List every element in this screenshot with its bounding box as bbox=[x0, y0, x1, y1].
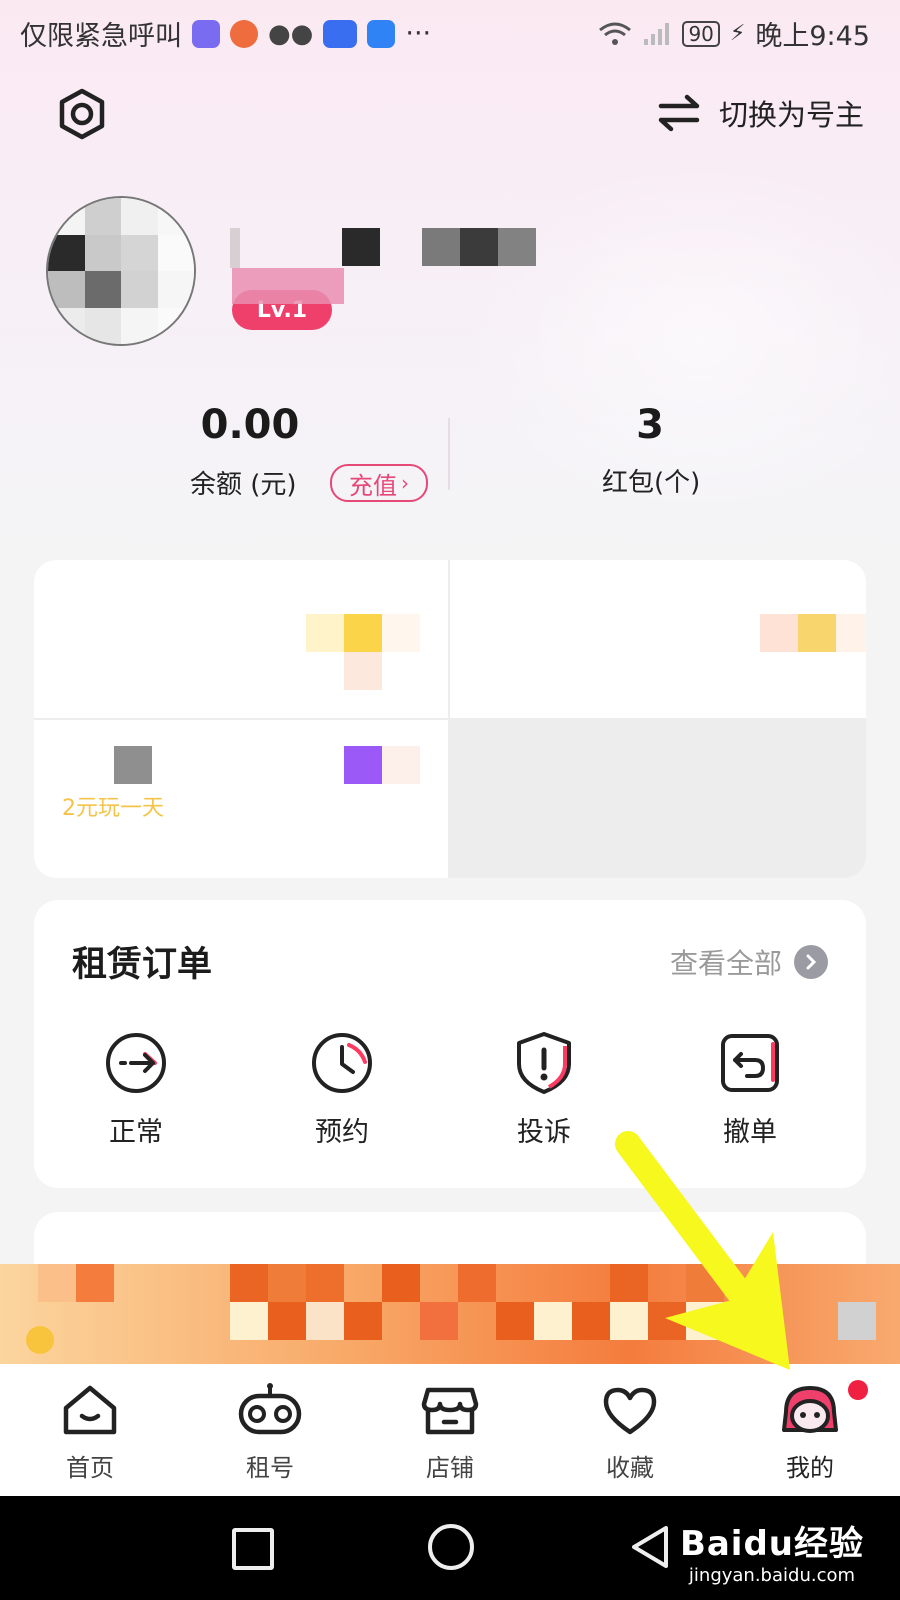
nav-rent-account[interactable]: 租号 bbox=[210, 1382, 330, 1483]
view-all-orders-link[interactable]: 查看全部 bbox=[670, 942, 828, 982]
store-icon bbox=[421, 1387, 479, 1435]
recents-button[interactable] bbox=[232, 1528, 274, 1570]
undo-box-icon bbox=[721, 1034, 779, 1092]
view-all-label: 查看全部 bbox=[669, 947, 782, 980]
balance-label: 余额 (元) bbox=[190, 470, 297, 500]
battery-indicator: 90 bbox=[682, 20, 720, 47]
app-notification-icon bbox=[323, 19, 358, 48]
notification-dot bbox=[848, 1380, 868, 1400]
wechat-icon: ●● bbox=[268, 18, 314, 49]
redpacket-label[interactable]: 红包(个) bbox=[602, 462, 700, 499]
nav-label: 首页 bbox=[66, 1454, 114, 1482]
heart-icon bbox=[603, 1387, 657, 1435]
order-status-label: 预约 bbox=[315, 1117, 369, 1148]
clock-icon bbox=[312, 1033, 372, 1093]
order-status-label: 正常 bbox=[109, 1117, 163, 1148]
arrow-circle-icon bbox=[106, 1033, 166, 1093]
switch-role-label: 切换为号主 bbox=[718, 98, 864, 132]
avatar[interactable] bbox=[46, 196, 196, 346]
nav-store[interactable]: 店铺 bbox=[390, 1382, 510, 1483]
balance-value: 0.00 bbox=[200, 402, 300, 448]
promo-card-3[interactable]: 2元玩一天 bbox=[34, 720, 448, 878]
recharge-label: 充值 bbox=[349, 471, 397, 500]
nav-home[interactable]: 首页 bbox=[30, 1382, 150, 1483]
promo-card-2[interactable] bbox=[450, 560, 866, 718]
chevron-right-icon: › bbox=[401, 471, 409, 495]
carrier-text: 仅限紧急呼叫 bbox=[20, 21, 182, 52]
charging-icon: ⚡ bbox=[729, 21, 746, 46]
promo-card-3-text: 2元玩一天 bbox=[62, 796, 164, 821]
baidu-jingyan-watermark: Baidu经验 jingyan.baidu.com bbox=[680, 1516, 864, 1586]
order-status-label: 投诉 bbox=[517, 1117, 571, 1148]
home-icon bbox=[63, 1385, 117, 1435]
nav-favorites[interactable]: 收藏 bbox=[570, 1382, 690, 1483]
back-button[interactable] bbox=[628, 1524, 670, 1570]
signal-icon bbox=[644, 22, 670, 45]
nav-label: 店铺 bbox=[426, 1454, 474, 1482]
recharge-button[interactable]: 充值 › bbox=[330, 464, 428, 502]
level-pixelated-overlay bbox=[232, 268, 344, 304]
stats-divider bbox=[448, 418, 450, 490]
redpacket-value[interactable]: 3 bbox=[600, 402, 700, 448]
coin-icon bbox=[26, 1326, 54, 1354]
chevron-right-circle-icon bbox=[794, 945, 828, 979]
clock-time: 晚上9:45 bbox=[755, 21, 870, 52]
app-notification-icon bbox=[192, 19, 220, 48]
order-status-normal[interactable]: 正常 bbox=[66, 1030, 206, 1149]
more-notifications-icon: ··· bbox=[405, 18, 432, 49]
system-navigation-bar: Baidu经验 jingyan.baidu.com bbox=[0, 1496, 900, 1600]
hexagon-settings-icon[interactable] bbox=[56, 88, 108, 140]
switch-role-button[interactable]: 切换为号主 bbox=[657, 92, 864, 134]
bulb-app-icon bbox=[367, 19, 396, 48]
order-status-label: 撤单 bbox=[723, 1117, 777, 1148]
watermark-main: Baidu经验 bbox=[679, 1524, 864, 1564]
home-button[interactable] bbox=[428, 1524, 474, 1570]
avatar-icon bbox=[782, 1386, 838, 1433]
rental-orders-card: 租赁订单 查看全部 正常 预约 投诉 撤单 bbox=[34, 900, 866, 1188]
rental-orders-title: 租赁订单 bbox=[72, 945, 213, 985]
promo-card-1[interactable] bbox=[34, 560, 448, 718]
status-bar: 仅限紧急呼叫 ●● ··· 90 ⚡ 晚上9:45 bbox=[0, 0, 900, 62]
nav-label: 收藏 bbox=[606, 1454, 654, 1482]
gamepad-icon bbox=[238, 1383, 302, 1435]
swap-arrows-icon bbox=[658, 94, 700, 132]
nav-label: 我的 bbox=[786, 1454, 834, 1482]
nav-label: 租号 bbox=[246, 1454, 294, 1482]
username-pixelated bbox=[230, 228, 540, 268]
shield-alert-icon bbox=[517, 1032, 571, 1094]
app-notification-icon bbox=[230, 19, 258, 48]
order-status-complaint[interactable]: 投诉 bbox=[474, 1030, 614, 1149]
order-status-cancel[interactable]: 撤单 bbox=[680, 1030, 820, 1149]
order-status-reserved[interactable]: 预约 bbox=[272, 1030, 412, 1149]
wifi-icon bbox=[599, 22, 632, 45]
promo-banner[interactable] bbox=[0, 1264, 900, 1364]
bottom-navigation: 首页 租号 店铺 收藏 我的 bbox=[0, 1364, 900, 1496]
avatar-pixelated bbox=[48, 198, 194, 344]
promo-grid: 2元玩一天 bbox=[34, 560, 866, 878]
watermark-sub: jingyan.baidu.com bbox=[688, 1565, 856, 1586]
